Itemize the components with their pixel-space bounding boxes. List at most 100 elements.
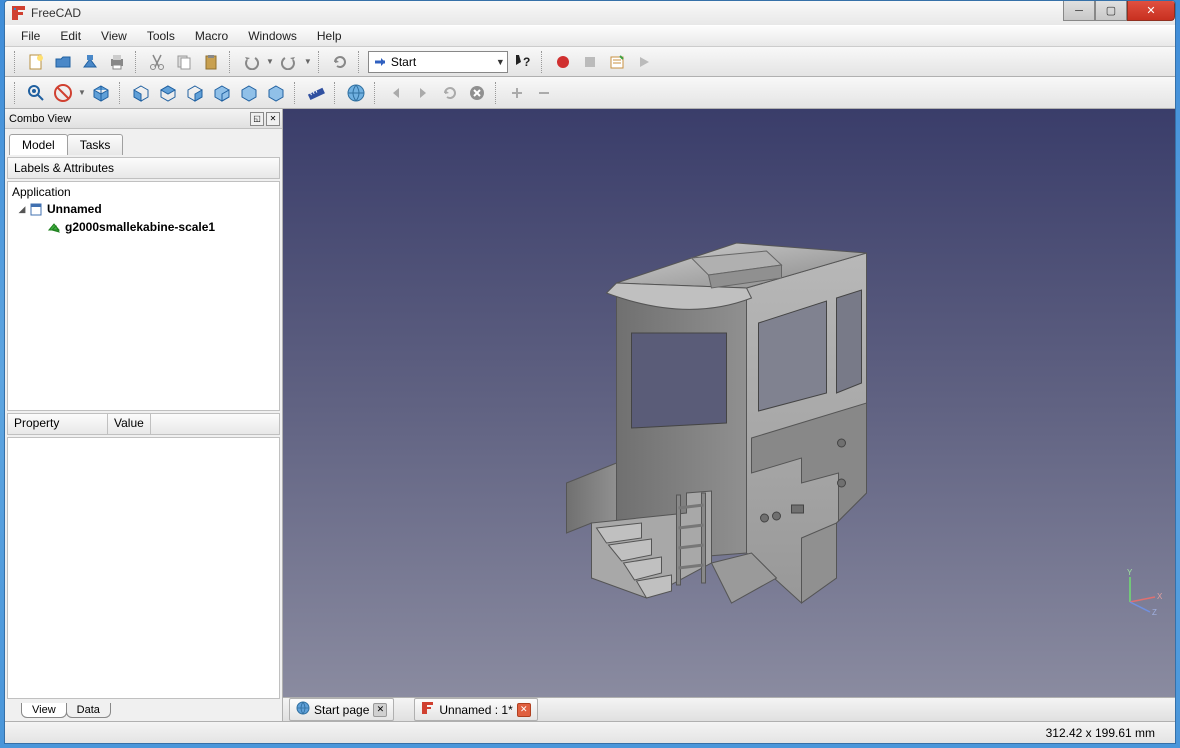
macros-button[interactable] [605, 50, 629, 74]
redo-button[interactable] [277, 50, 301, 74]
nav-stop-button[interactable] [465, 81, 489, 105]
doc-tab-label: Start page [314, 703, 369, 717]
whats-this-button[interactable]: ? [511, 50, 535, 74]
document-label: Unnamed [47, 202, 102, 216]
new-button[interactable] [24, 50, 48, 74]
window-controls: ─ ▢ ✕ [1063, 1, 1175, 21]
nav-forward-button[interactable] [411, 81, 435, 105]
tree-object[interactable]: g2000smallekabine-scale1 [10, 218, 277, 236]
web-button[interactable] [344, 81, 368, 105]
titlebar: FreeCAD ─ ▢ ✕ [5, 1, 1175, 25]
measure-button[interactable] [304, 81, 328, 105]
property-header: Property Value [7, 413, 280, 435]
grip[interactable] [14, 82, 18, 104]
execute-macro-button[interactable] [632, 50, 656, 74]
collapse-icon[interactable]: ◢ [16, 204, 28, 215]
separator [135, 51, 139, 73]
doc-tab-start[interactable]: Start page ✕ [289, 698, 394, 721]
draw-style-button[interactable] [51, 81, 75, 105]
nav-back-button[interactable] [384, 81, 408, 105]
separator [374, 82, 378, 104]
record-macro-button[interactable] [551, 50, 575, 74]
close-button[interactable]: ✕ [1127, 1, 1175, 21]
menubar: File Edit View Tools Macro Windows Help [5, 25, 1175, 47]
rear-view-button[interactable] [210, 81, 234, 105]
right-view-button[interactable] [183, 81, 207, 105]
tab-close-button[interactable]: ✕ [373, 703, 387, 717]
menu-file[interactable]: File [11, 27, 50, 45]
combo-view-title: Combo View [9, 113, 71, 125]
refresh-button[interactable] [328, 50, 352, 74]
app-window: FreeCAD ─ ▢ ✕ File Edit View Tools Macro… [4, 0, 1176, 744]
toolbar-view: ▼ [5, 77, 1175, 109]
globe-icon [296, 701, 310, 718]
grip[interactable] [14, 51, 18, 73]
tree-document[interactable]: ◢ Unnamed [10, 200, 277, 218]
minimize-button[interactable]: ─ [1063, 1, 1095, 21]
save-button[interactable] [78, 50, 102, 74]
object-label: g2000smallekabine-scale1 [65, 220, 215, 234]
tree-root-label: Application [12, 185, 71, 199]
property-body[interactable] [7, 437, 280, 699]
tab-tasks[interactable]: Tasks [67, 134, 124, 155]
labels-attributes-header[interactable]: Labels & Attributes [7, 157, 280, 179]
zoom-out-button[interactable] [532, 81, 556, 105]
svg-text:X: X [1157, 592, 1163, 601]
menu-windows[interactable]: Windows [238, 27, 307, 45]
chevron-down-icon: ▼ [496, 57, 505, 67]
tree-view[interactable]: Application ◢ Unnamed g2000smallekabine-… [7, 181, 280, 411]
main-area: Combo View ◱ ✕ Model Tasks Labels & Attr… [5, 109, 1175, 721]
front-view-button[interactable] [129, 81, 153, 105]
menu-edit[interactable]: Edit [50, 27, 91, 45]
menu-macro[interactable]: Macro [185, 27, 238, 45]
undo-button[interactable] [239, 50, 263, 74]
tab-view[interactable]: View [21, 703, 67, 718]
workbench-selector[interactable]: Start ▼ [368, 51, 508, 73]
nav-refresh-button[interactable] [438, 81, 462, 105]
mesh-icon [46, 219, 62, 235]
svg-text:?: ? [523, 55, 530, 69]
svg-text:Z: Z [1152, 608, 1157, 617]
panel-close-button[interactable]: ✕ [266, 112, 280, 126]
freecad-icon [421, 701, 435, 718]
doc-tab-unnamed[interactable]: Unnamed : 1* ✕ [414, 698, 537, 721]
menu-view[interactable]: View [91, 27, 137, 45]
undock-button[interactable]: ◱ [250, 112, 264, 126]
tab-close-button[interactable]: ✕ [517, 703, 531, 717]
property-tabs: View Data [5, 699, 282, 721]
undo-dropdown[interactable]: ▼ [266, 57, 274, 66]
3d-model [537, 183, 887, 623]
tree-root[interactable]: Application [10, 184, 277, 200]
separator [229, 51, 233, 73]
open-button[interactable] [51, 50, 75, 74]
tab-model[interactable]: Model [9, 134, 68, 155]
menu-help[interactable]: Help [307, 27, 352, 45]
paste-button[interactable] [199, 50, 223, 74]
tab-data[interactable]: Data [66, 703, 111, 718]
3d-viewport[interactable]: Y X Z [283, 109, 1175, 697]
top-view-button[interactable] [156, 81, 180, 105]
axonometric-button[interactable] [89, 81, 113, 105]
freecad-icon [11, 5, 27, 21]
separator [495, 82, 499, 104]
value-column-header[interactable]: Value [108, 414, 151, 434]
separator [541, 51, 545, 73]
copy-button[interactable] [172, 50, 196, 74]
property-column-header[interactable]: Property [8, 414, 108, 434]
cut-button[interactable] [145, 50, 169, 74]
redo-dropdown[interactable]: ▼ [304, 57, 312, 66]
zoom-in-button[interactable] [505, 81, 529, 105]
stop-macro-button[interactable] [578, 50, 602, 74]
menu-tools[interactable]: Tools [137, 27, 185, 45]
print-button[interactable] [105, 50, 129, 74]
combo-view-panel: Combo View ◱ ✕ Model Tasks Labels & Attr… [5, 109, 283, 721]
bottom-view-button[interactable] [237, 81, 261, 105]
fit-all-button[interactable] [24, 81, 48, 105]
combo-view-header: Combo View ◱ ✕ [5, 109, 282, 129]
viewport-wrap: Y X Z Start page ✕ Unnamed : 1* ✕ [283, 109, 1175, 721]
left-view-button[interactable] [264, 81, 288, 105]
maximize-button[interactable]: ▢ [1095, 1, 1127, 21]
statusbar: 312.42 x 199.61 mm [5, 721, 1175, 743]
tab-slant [13, 702, 21, 718]
draw-style-dropdown[interactable]: ▼ [78, 88, 86, 97]
